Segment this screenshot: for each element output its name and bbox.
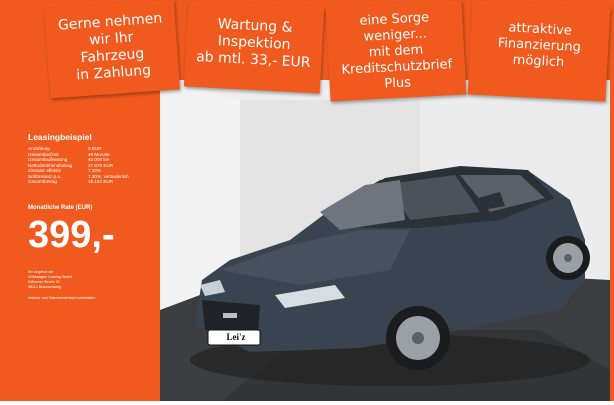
- car-photo: Lei'z: [160, 80, 610, 402]
- disclaimer-footnote: Irrtümer und Zwischenverkauf vorbehalten: [28, 295, 96, 300]
- offer-block: Ein Angebot der Volkswagen Leasing GmbH …: [28, 270, 158, 290]
- monthly-rate-label: Monatliche Rate (EUR): [28, 204, 93, 211]
- promo-tag-credit-protection: eine Sorge weniger... mit dem Kreditschu…: [325, 0, 467, 102]
- promo-tag-trade-in: Gerne nehmen wir Ihr Fahrzeug in Zahlung: [44, 0, 180, 99]
- monthly-price: 399,-: [28, 213, 115, 256]
- leasing-info-panel: Leasingbeispiel Anzahlung 0 EUR Gesamtlau…: [28, 132, 158, 300]
- table-row: Gesamtbetrag 19.152 EUR: [28, 179, 129, 185]
- promo-tag-financing: attraktive Finanzierung möglich: [467, 0, 611, 102]
- offer-line: 38112 Braunschweig: [28, 284, 62, 289]
- car-illustration: [160, 80, 610, 402]
- spec-value: 19.152 EUR: [88, 179, 114, 184]
- promo-tag-maintenance: Wartung & Inspektion ab mtl. 33,- EUR: [183, 0, 325, 94]
- leasing-title: Leasingbeispiel: [28, 132, 92, 142]
- bottom-strip: [0, 401, 614, 405]
- spec-key: Gesamtbetrag: [28, 179, 58, 184]
- leasing-spec-table: Anzahlung 0 EUR Gesamtlaufzeit 48 Monate G…: [28, 146, 129, 185]
- license-plate-text: Lei'z: [226, 332, 246, 342]
- ad-banner: Lei'z Gerne nehmen wir Ihr Fahrzeug in Z…: [0, 0, 614, 405]
